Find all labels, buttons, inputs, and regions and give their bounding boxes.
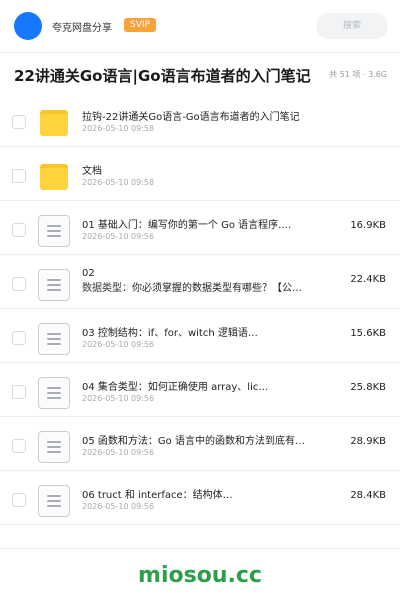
title-row: 22讲通关Go语言|Go语言布道者的入门笔记 共 51 项 · 3.6G [0,53,400,97]
file-size: 16.9KB [350,220,386,231]
file-date: 2026-05-10 09:56 [82,340,155,349]
file-date: 2026-05-10 09:58 [82,124,155,133]
file-date: 2026-05-10 09:56 [82,394,155,403]
document-icon [38,215,70,247]
search-input[interactable]: 搜索 [316,13,388,39]
folder-icon [38,161,70,193]
document-icon [38,485,70,517]
file-size: 15.6KB [350,328,386,339]
document-icon [38,269,70,301]
select-checkbox[interactable] [12,277,26,291]
document-icon [38,377,70,409]
file-name: 01 基础入门：编写你的第一个 Go 语言程序.… [82,220,292,231]
file-date: 2026-05-10 09:56 [82,502,155,511]
avatar[interactable] [14,12,42,40]
file-name: 拉钩-22讲通关Go语言-Go语言布道者的入门笔记 [82,112,300,123]
select-checkbox[interactable] [12,493,26,507]
file-size: 25.8KB [350,382,386,393]
file-row[interactable]: 03 控制结构：if、for、witch 逻辑语… 2026-05-10 09:5… [0,309,400,363]
file-row[interactable]: 05 函数和方法：Go 语言中的函数和方法到底有… 2026-05-10 09:5… [0,417,400,471]
select-checkbox[interactable] [12,169,26,183]
file-list: 拉钩-22讲通关Go语言-Go语言布道者的入门笔记 2026-05-10 09:5… [0,93,400,525]
file-name: 03 控制结构：if、for、witch 逻辑语… [82,328,258,339]
select-checkbox[interactable] [12,223,26,237]
svip-badge: SVIP [124,18,156,32]
file-date: 2026-05-10 09:56 [82,232,155,241]
select-checkbox[interactable] [12,331,26,345]
file-name: 04 集合类型：如何正确使用 array、lic… [82,382,269,393]
folder-icon [38,107,70,139]
select-checkbox[interactable] [12,385,26,399]
file-size: 28.9KB [350,436,386,447]
file-row[interactable]: 06 truct 和 interface：结构体… 2026-05-10 09:5… [0,471,400,525]
folder-meta: 共 51 项 · 3.6G [329,70,387,79]
header: 夸克网盘分享 SVIP 搜索 [0,0,400,52]
file-row[interactable]: 拉钩-22讲通关Go语言-Go语言布道者的入门笔记 2026-05-10 09:5… [0,93,400,147]
file-row[interactable]: 01 基础入门：编写你的第一个 Go 语言程序.… 2026-05-10 09:5… [0,201,400,255]
document-icon [38,323,70,355]
file-date: 2026-05-10 09:56 [82,448,155,457]
file-size: 28.4KB [350,490,386,501]
document-icon [38,431,70,463]
row-divider [0,524,400,525]
file-row[interactable]: 文档 2026-05-10 09:58 [0,147,400,201]
page-title: 22讲通关Go语言|Go语言布道者的入门笔记 [14,67,311,85]
select-checkbox[interactable] [12,439,26,453]
file-date: 2026-05-10 09:56 [82,283,155,292]
divider [0,548,400,549]
file-row[interactable]: 02 数据类型：你必须掌握的数据类型有哪些？【公… 2026-05-10 09:56… [0,255,400,309]
file-row[interactable]: 04 集合类型：如何正确使用 array、lic… 2026-05-10 09:5… [0,363,400,417]
file-size: 22.4KB [350,274,386,285]
file-name: 文档 [82,166,102,177]
watermark: miosou.cc [138,563,262,588]
file-date: 2026-05-10 09:58 [82,178,155,187]
select-checkbox[interactable] [12,115,26,129]
user-name: 夸克网盘分享 [52,23,112,34]
file-name: 06 truct 和 interface：结构体… [82,490,233,501]
file-name: 05 函数和方法：Go 语言中的函数和方法到底有… [82,436,305,447]
